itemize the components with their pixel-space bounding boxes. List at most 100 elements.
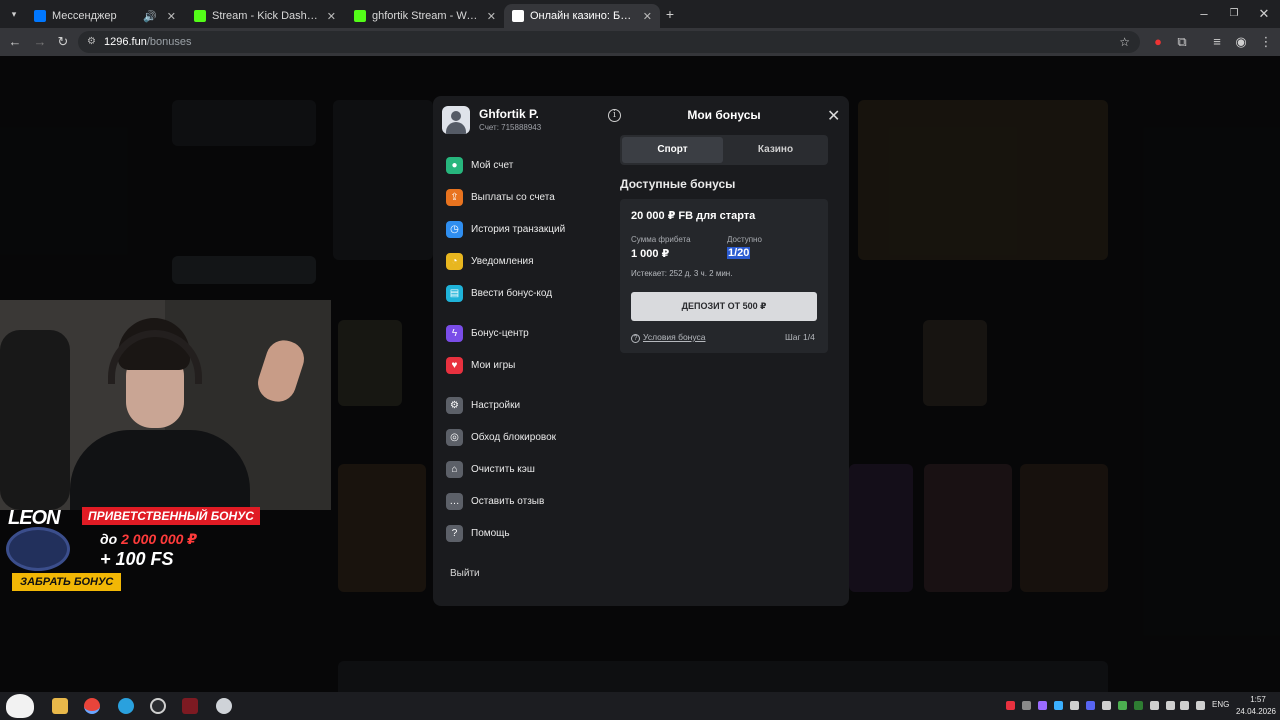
- menu-item-label: Бонус-центр: [471, 327, 529, 339]
- url-path: /bonuses: [146, 36, 192, 48]
- browser-tab-4-active[interactable]: Онлайн казино: Более 4000 и ✕: [504, 4, 660, 28]
- terms-label: Условия бонуса: [643, 332, 706, 342]
- user-icon: ●: [446, 156, 463, 174]
- menu-item-label: Обход блокировок: [471, 431, 557, 443]
- info-icon[interactable]: i: [608, 109, 621, 122]
- tray-app-icon[interactable]: [1086, 701, 1095, 710]
- chat-icon: …: [446, 492, 463, 510]
- available-label: Доступно: [727, 235, 762, 244]
- telegram-icon[interactable]: [118, 698, 134, 714]
- menu-item-label: История транзакций: [471, 223, 566, 235]
- reload-icon[interactable]: ↻: [55, 34, 71, 50]
- menu-item-withdrawals[interactable]: ⇪ Выплаты со счета: [446, 187, 555, 207]
- available-bonuses-heading: Доступные бонусы: [620, 177, 736, 191]
- panda-start-icon[interactable]: [6, 694, 34, 718]
- browser-tab-3[interactable]: ghfortik Stream - Watch Live o ✕: [346, 4, 504, 28]
- logout-link[interactable]: Выйти: [450, 568, 480, 579]
- tray-app-icon[interactable]: [1118, 701, 1127, 710]
- vk-favicon-icon: [34, 10, 46, 22]
- menu-item-my-account[interactable]: ● Мой счет: [446, 155, 513, 175]
- microphone-icon[interactable]: [1166, 701, 1175, 710]
- file-explorer-icon[interactable]: [52, 698, 68, 714]
- menu-item-label: Уведомления: [471, 255, 534, 267]
- forward-arrow-icon[interactable]: →: [32, 34, 48, 50]
- extensions-puzzle-icon[interactable]: ⧉: [1174, 34, 1190, 50]
- chrome-icon[interactable]: [84, 698, 100, 714]
- menu-item-leave-review[interactable]: … Оставить отзыв: [446, 491, 544, 511]
- menu-item-transaction-history[interactable]: ◷ История транзакций: [446, 219, 565, 239]
- tray-app-icon[interactable]: [1102, 701, 1111, 710]
- browser-menu-icon[interactable]: ⋮: [1258, 34, 1274, 50]
- tab-close-icon[interactable]: ✕: [327, 10, 336, 23]
- kick-favicon-icon: [354, 10, 366, 22]
- promo-amount-line: до 2 000 000 ₽: [100, 531, 197, 548]
- bookmark-star-icon[interactable]: ☆: [1119, 31, 1130, 53]
- menu-item-clear-cache[interactable]: ⌂ Очистить кэш: [446, 459, 535, 479]
- obs-icon[interactable]: [150, 698, 166, 714]
- my-bonuses-modal: Ghfortik P. Счет: 715888943 ● Мой счет ⇪…: [433, 96, 849, 606]
- network-icon[interactable]: [1180, 701, 1189, 710]
- tab-close-icon[interactable]: ✕: [643, 10, 652, 23]
- tab-title: Stream - Kick Dashboard: [212, 10, 321, 22]
- tray-app-icon[interactable]: [1006, 701, 1015, 710]
- menu-item-help[interactable]: ? Помощь: [446, 523, 510, 543]
- media-control-icon[interactable]: ≡: [1209, 34, 1225, 50]
- webcam-overlay: [0, 300, 331, 510]
- menu-item-notifications[interactable]: ◔ Уведомления: [446, 251, 534, 271]
- available-value: 1/20: [727, 247, 751, 259]
- menu-item-bonus-center[interactable]: ϟ Бонус-центр: [446, 323, 529, 343]
- tray-app-icon[interactable]: [1070, 701, 1079, 710]
- clock-time[interactable]: 1:57: [1240, 695, 1276, 704]
- browser-tab-2[interactable]: Stream - Kick Dashboard ✕: [186, 4, 344, 28]
- tab-casino[interactable]: Казино: [725, 137, 826, 163]
- language-indicator[interactable]: ENG: [1212, 700, 1229, 709]
- promo-amount: 2 000 000 ₽: [121, 531, 198, 547]
- avatar[interactable]: [442, 106, 470, 134]
- tab-title: ghfortik Stream - Watch Live o: [372, 10, 481, 22]
- deposit-button[interactable]: ДЕПОЗИТ ОТ 500 ₽: [631, 292, 817, 321]
- menu-item-my-games[interactable]: ♥ Мои игры: [446, 355, 515, 375]
- tab-close-icon[interactable]: ✕: [487, 10, 496, 23]
- menu-item-bonus-code[interactable]: ▤ Ввести бонус-код: [446, 283, 552, 303]
- bonus-type-tabs: Спорт Казино: [620, 135, 828, 165]
- promo-freespins: + 100 FS: [100, 549, 174, 569]
- restore-icon[interactable]: ❐: [1226, 6, 1242, 22]
- promo-banner: LEON ПРИВЕТСТВЕННЫЙ БОНУС до 2 000 000 ₽…: [0, 505, 280, 597]
- tray-app-icon[interactable]: [1054, 701, 1063, 710]
- bonus-terms-link[interactable]: ? Условия бонуса: [631, 332, 706, 343]
- tray-app-icon[interactable]: [1150, 701, 1159, 710]
- extension-red-icon[interactable]: ●: [1150, 34, 1166, 50]
- step-indicator: Шаг 1/4: [785, 332, 815, 342]
- app-red-icon[interactable]: [182, 698, 198, 714]
- tab-sport[interactable]: Спорт: [622, 137, 723, 163]
- tab-list-chevron-icon[interactable]: ▾: [6, 6, 22, 22]
- clock-date[interactable]: 24.04.2026: [1234, 707, 1278, 716]
- close-icon[interactable]: ✕: [827, 106, 840, 126]
- site-favicon-icon: [512, 10, 524, 22]
- app-shield-icon[interactable]: [216, 698, 232, 714]
- windows-taskbar: ENG 1:57 24.04.2026: [0, 692, 1280, 720]
- speaker-icon: 🔊: [143, 10, 157, 23]
- browser-tab-1[interactable]: Мессенджер 🔊 ✕: [26, 4, 184, 28]
- url-field[interactable]: ⚙ 1296.fun/bonuses ☆: [78, 31, 1140, 53]
- new-tab-plus-icon[interactable]: +: [662, 6, 678, 22]
- minimize-icon[interactable]: –: [1196, 6, 1212, 22]
- heart-icon: ♥: [446, 356, 463, 374]
- window-close-icon[interactable]: ✕: [1256, 6, 1272, 22]
- site-info-icon[interactable]: ⚙: [87, 31, 96, 53]
- profile-avatar-icon[interactable]: ◉: [1233, 34, 1249, 50]
- menu-item-bypass-blocks[interactable]: ◎ Обход блокировок: [446, 427, 556, 447]
- volume-icon[interactable]: [1196, 701, 1205, 710]
- tray-app-icon[interactable]: [1038, 701, 1047, 710]
- menu-item-settings[interactable]: ⚙ Настройки: [446, 395, 520, 415]
- account-number: Счет: 715888943: [479, 123, 542, 132]
- url-host: 1296.fun: [104, 36, 147, 48]
- promo-amount-prefix: до: [100, 531, 118, 547]
- back-arrow-icon[interactable]: ←: [7, 34, 23, 50]
- freebet-label: Сумма фрибета: [631, 235, 691, 244]
- bonus-card: 20 000 ₽ FB для старта Сумма фрибета 1 0…: [620, 199, 828, 353]
- tray-app-icon[interactable]: [1134, 701, 1143, 710]
- tab-close-icon[interactable]: ✕: [167, 10, 176, 23]
- casino-chip-icon: [6, 527, 70, 571]
- tray-app-icon[interactable]: [1022, 701, 1031, 710]
